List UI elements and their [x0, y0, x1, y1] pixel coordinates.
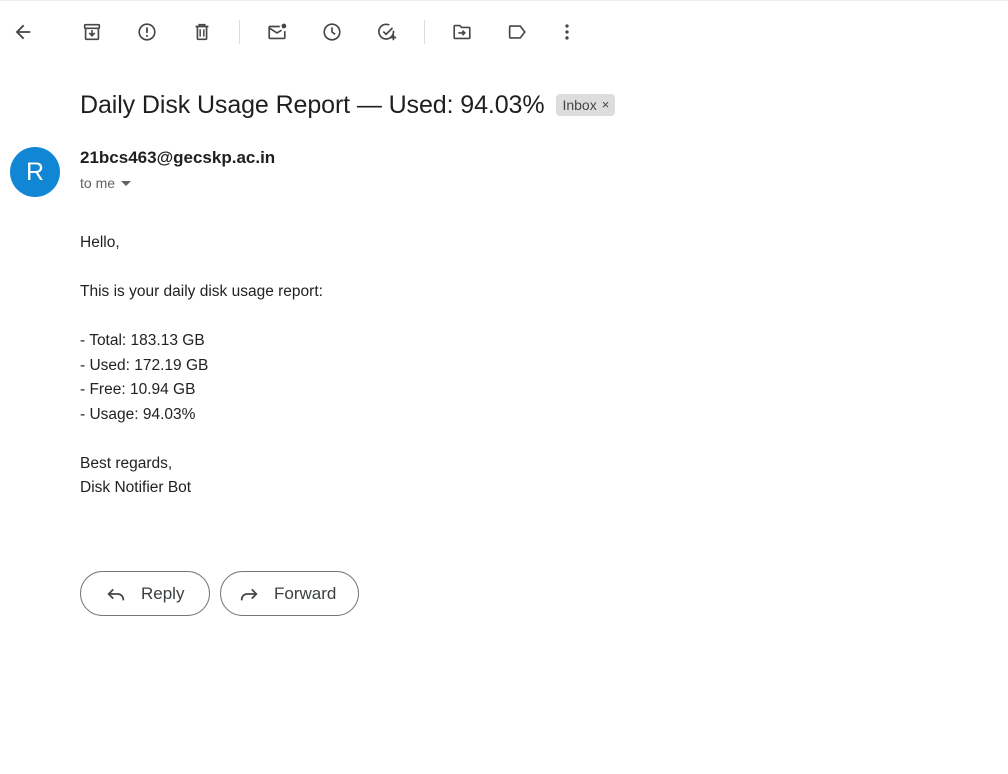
intro-line: This is your daily disk usage report:: [80, 283, 323, 300]
mark-unread-button[interactable]: [257, 12, 297, 52]
forward-button[interactable]: Forward: [220, 571, 359, 616]
back-button[interactable]: [3, 12, 43, 52]
sender-avatar: R: [10, 147, 60, 197]
inbox-label-chip[interactable]: Inbox ×: [556, 94, 616, 116]
reply-icon: [107, 588, 125, 600]
email-body: Hello, This is your daily disk usage rep…: [80, 231, 323, 501]
move-to-icon: [453, 24, 471, 40]
recipient-text: to me: [80, 175, 116, 191]
subject-row: Daily Disk Usage Report — Used: 94.03% I…: [80, 86, 616, 124]
label-chip-text: Inbox: [562, 97, 597, 113]
remove-label-button[interactable]: ×: [602, 94, 610, 116]
report-spam-icon: [138, 23, 156, 41]
trash-icon: [195, 23, 209, 41]
recipient-details-toggle[interactable]: to me: [80, 175, 132, 191]
more-vert-icon: [565, 24, 569, 40]
reply-button[interactable]: Reply: [80, 571, 210, 616]
stat-total: - Total: 183.13 GB: [80, 332, 205, 349]
reply-label: Reply: [141, 583, 185, 603]
stat-free: - Free: 10.94 GB: [80, 381, 196, 398]
forward-icon: [240, 588, 258, 600]
snooze-icon: [323, 23, 341, 41]
more-options-button[interactable]: [547, 12, 587, 52]
signature-line: Disk Notifier Bot: [80, 479, 192, 496]
add-to-tasks-button[interactable]: [367, 12, 407, 52]
report-spam-button[interactable]: [127, 12, 167, 52]
top-divider: [0, 0, 1008, 1]
snooze-button[interactable]: [312, 12, 352, 52]
sender-address[interactable]: 21bcs463@gecskp.ac.in: [80, 148, 275, 168]
caret-down-icon: [121, 180, 132, 186]
archive-icon: [83, 23, 101, 41]
mark-unread-icon: [268, 23, 287, 40]
stat-usage: - Usage: 94.03%: [80, 405, 196, 423]
stat-used: - Used: 172.19 GB: [80, 356, 209, 374]
move-to-button[interactable]: [442, 12, 482, 52]
message-toolbar: [0, 12, 1008, 52]
archive-button[interactable]: [72, 12, 112, 52]
toolbar-divider: [424, 20, 425, 44]
email-subject: Daily Disk Usage Report — Used: 94.03%: [80, 90, 545, 119]
add-task-icon: [378, 23, 397, 41]
arrow-left-icon: [15, 24, 31, 40]
closing-line: Best regards,: [80, 454, 173, 472]
greeting-line: Hello,: [80, 234, 120, 251]
delete-button[interactable]: [182, 12, 222, 52]
toolbar-divider: [239, 20, 240, 44]
forward-label: Forward: [274, 583, 337, 603]
label-icon: [508, 25, 526, 39]
labels-button[interactable]: [497, 12, 537, 52]
